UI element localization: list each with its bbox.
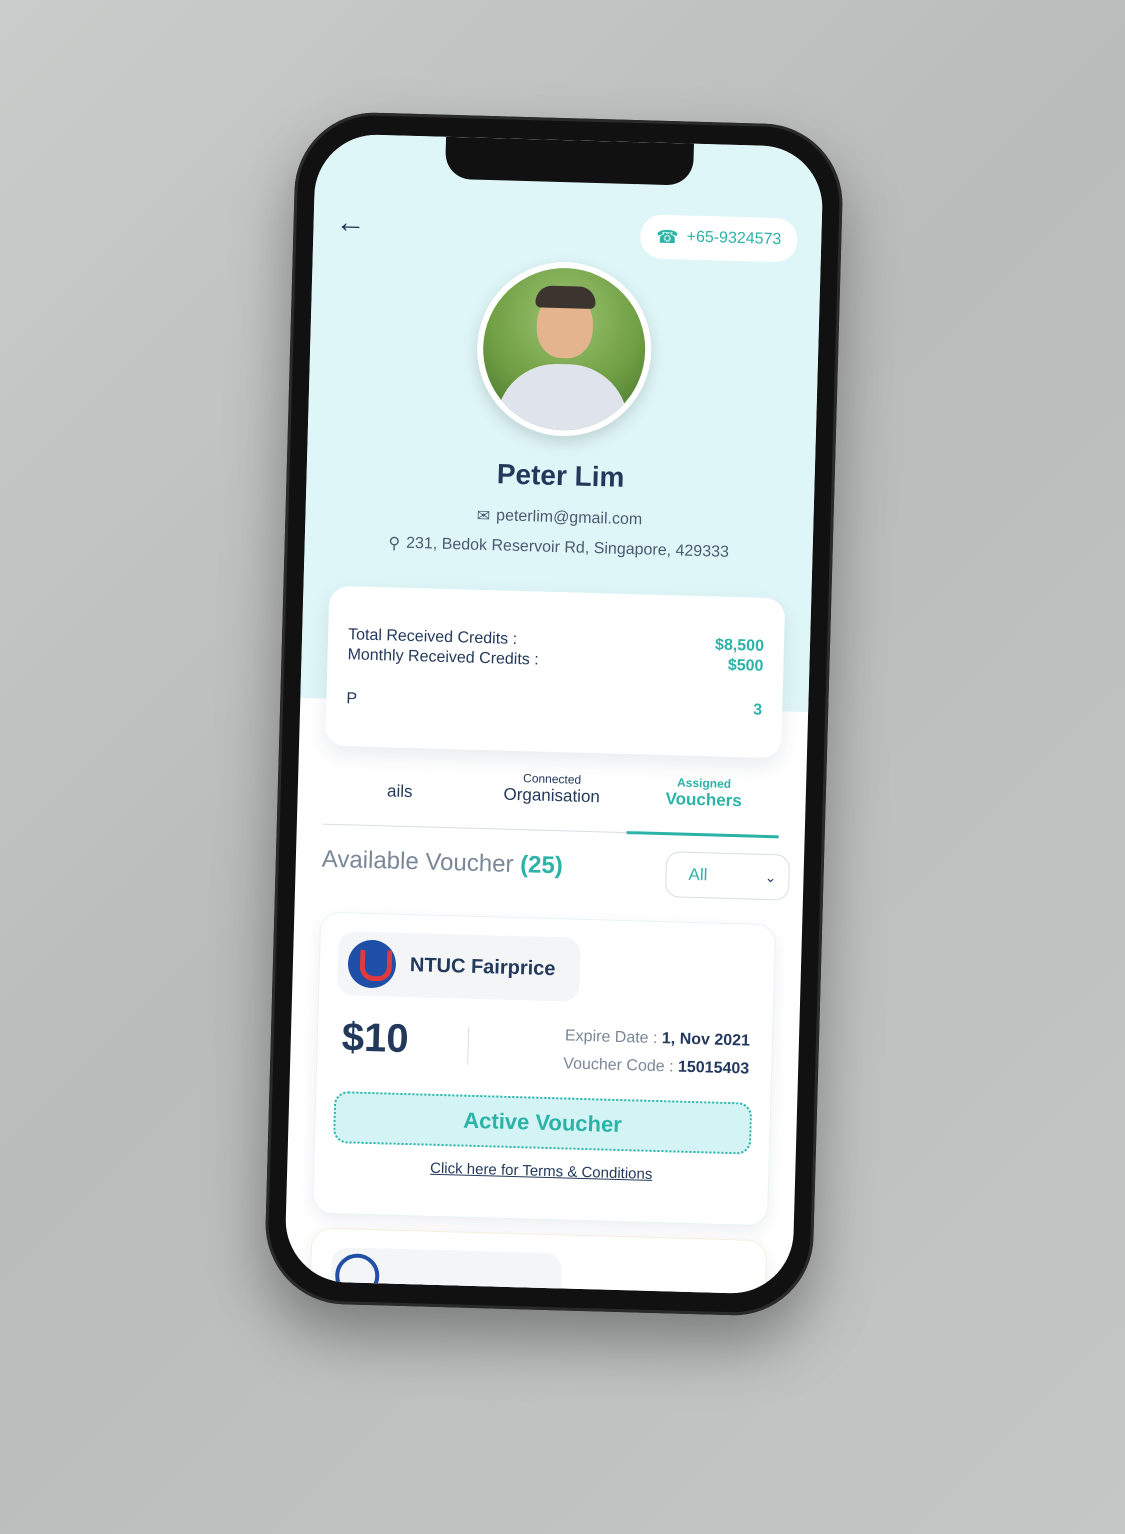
available-voucher-heading: Available Voucher (25): [321, 846, 563, 881]
tab-label: Vouchers: [665, 789, 743, 811]
credit-value: $8,500: [714, 636, 765, 655]
chevron-down-icon: ⌄: [764, 868, 777, 885]
merchant-logo-icon: [347, 939, 397, 989]
section-title-text: Available Voucher: [321, 845, 514, 878]
merchant-name: NTUC Fairprice: [409, 953, 556, 980]
credit-label: P: [346, 690, 358, 708]
back-button[interactable]: ←: [335, 205, 367, 240]
phone-contact-button[interactable]: ☎ +65-9324573: [639, 214, 798, 263]
code-value: 15015403: [677, 1058, 750, 1078]
phone-device: ← ☎ +65-9324573 Peter Lim ✉ peterlim@gma…: [263, 110, 845, 1318]
phone-icon: ☎: [655, 226, 679, 247]
phone-number: +65-9324573: [686, 228, 782, 249]
credit-label: Monthly Received Credits :: [347, 646, 539, 669]
voucher-card[interactable]: NTUC Fairprice $10 Expire Date : 1, Nov …: [311, 911, 777, 1227]
credit-value: 3: [753, 701, 763, 719]
tab-details[interactable]: ails: [323, 766, 477, 828]
code-label: Voucher Code :: [563, 1055, 674, 1076]
voucher-count: (25): [519, 851, 564, 880]
terms-conditions-link[interactable]: Click here for Terms & Conditions: [314, 1156, 768, 1186]
profile-tabs: ails Connected Organisation Assigned Vou…: [322, 765, 781, 838]
tab-label: Organisation: [503, 784, 601, 807]
voucher-filter-dropdown[interactable]: All ⌄: [664, 851, 791, 901]
location-pin-icon: ⚲: [388, 535, 401, 553]
arrow-left-icon: ←: [335, 205, 367, 240]
voucher-code: Voucher Code : 15015403: [563, 1055, 749, 1078]
credit-row-third: P 3: [346, 690, 762, 720]
avatar-photo: [480, 265, 648, 433]
credits-summary-card: Total Received Credits : $8,500 Monthly …: [325, 585, 786, 759]
credit-value: $500: [727, 656, 764, 675]
app-screen: ← ☎ +65-9324573 Peter Lim ✉ peterlim@gma…: [284, 133, 824, 1295]
notch: [444, 136, 694, 186]
credit-label: Total Received Credits :: [347, 626, 518, 648]
voucher-expire-date: Expire Date : 1, Nov 2021: [565, 1027, 750, 1050]
amount-divider: [467, 1026, 470, 1065]
merchant-badge: NTUC Fairprice: [337, 931, 581, 1002]
mail-icon: ✉: [476, 507, 491, 526]
tab-connected-organisation[interactable]: Connected Organisation: [475, 770, 629, 832]
expire-value: 1, Nov 2021: [661, 1030, 751, 1050]
active-voucher-button[interactable]: Active Voucher: [332, 1091, 753, 1155]
voucher-amount: $10: [341, 1015, 410, 1062]
tab-assigned-vouchers[interactable]: Assigned Vouchers: [627, 774, 781, 836]
voucher-card[interactable]: [308, 1227, 768, 1295]
tab-label: ails: [386, 781, 413, 802]
profile-email: peterlim@gmail.com: [495, 507, 643, 529]
expire-label: Expire Date :: [564, 1027, 658, 1048]
filter-value: All: [688, 864, 708, 885]
